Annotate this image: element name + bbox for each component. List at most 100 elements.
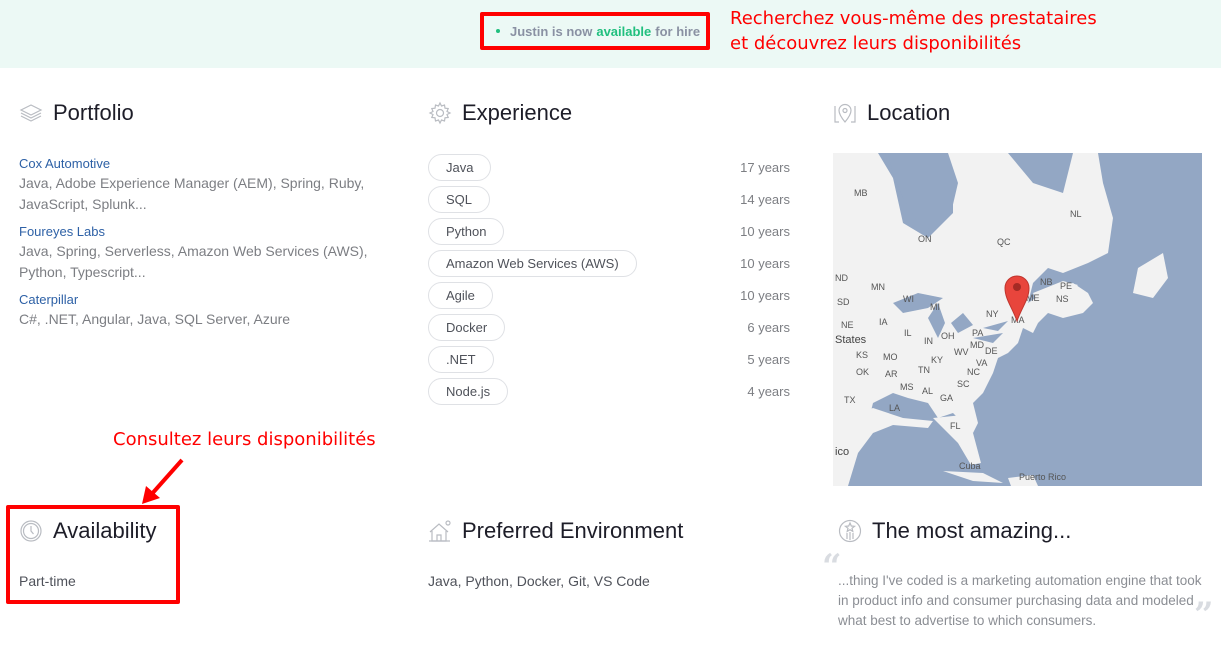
portfolio-item: Cox Automotive Java, Adobe Experience Ma… bbox=[19, 155, 399, 215]
location-section: Location bbox=[833, 98, 1203, 128]
skill-tag[interactable]: .NET bbox=[428, 345, 494, 373]
portfolio-item-link[interactable]: Caterpillar bbox=[19, 291, 399, 309]
map-label: MB bbox=[854, 188, 868, 198]
map-label: MS bbox=[900, 382, 914, 392]
gear-icon bbox=[428, 101, 452, 125]
status-suffix: for hire bbox=[655, 23, 701, 39]
map-label: Cuba bbox=[959, 461, 981, 471]
skill-years: 10 years bbox=[740, 255, 790, 271]
environment-section: Preferred Environment Java, Python, Dock… bbox=[428, 516, 683, 589]
amazing-heading: The most amazing... bbox=[838, 516, 1210, 546]
map-label: TN bbox=[918, 365, 930, 375]
portfolio-list: Cox Automotive Java, Adobe Experience Ma… bbox=[19, 155, 399, 330]
map-label: SD bbox=[837, 297, 850, 307]
map-label: LA bbox=[889, 403, 901, 413]
experience-row: Node.js 4 years bbox=[428, 375, 790, 407]
portfolio-title: Portfolio bbox=[53, 100, 134, 125]
environment-heading: Preferred Environment bbox=[428, 516, 683, 546]
environment-value: Java, Python, Docker, Git, VS Code bbox=[428, 573, 650, 589]
availability-heading: Availability bbox=[19, 516, 157, 546]
map-label: IN bbox=[924, 336, 933, 346]
skill-years: 6 years bbox=[747, 319, 790, 335]
map-marker-icon[interactable] bbox=[1003, 273, 1031, 323]
map-label: States bbox=[835, 334, 867, 346]
portfolio-section: Portfolio Cox Automotive Java, Adobe Exp… bbox=[19, 98, 399, 338]
skill-tag[interactable]: Java bbox=[428, 153, 492, 181]
experience-title: Experience bbox=[462, 100, 573, 125]
amazing-section: The most amazing... “ ...thing I've code… bbox=[822, 516, 1214, 632]
portfolio-item-link[interactable]: Cox Automotive bbox=[19, 155, 399, 173]
skill-tag[interactable]: SQL bbox=[428, 185, 491, 213]
map-label: WV bbox=[954, 347, 969, 357]
map-label: PE bbox=[1060, 281, 1073, 291]
skill-years: 5 years bbox=[747, 351, 790, 367]
map-label: OH bbox=[941, 331, 955, 341]
location-heading: Location bbox=[833, 98, 1203, 128]
map-label: MN bbox=[871, 282, 885, 292]
map-label: AR bbox=[885, 369, 898, 379]
location-map[interactable]: MB ON QC NL ND MN SD NE IA WI MI NY NB P… bbox=[833, 153, 1202, 486]
experience-row: Python 10 years bbox=[428, 215, 790, 247]
location-title: Location bbox=[867, 100, 951, 125]
availability-title: Availability bbox=[53, 518, 157, 543]
map-label: NL bbox=[1070, 209, 1082, 219]
map-label: MO bbox=[883, 352, 898, 362]
status-available: available bbox=[596, 23, 652, 39]
amazing-quote-text: ...thing I've coded is a marketing autom… bbox=[838, 573, 1202, 628]
annotation-top: Recherchez vous-même des prestataires et… bbox=[730, 6, 1097, 56]
map-label: SC bbox=[957, 379, 970, 389]
availability-section: Availability Part-time bbox=[19, 516, 157, 589]
map-label: NE bbox=[841, 320, 854, 330]
availability-value: Part-time bbox=[19, 573, 76, 589]
amazing-quote: “ ...thing I've coded is a marketing aut… bbox=[822, 550, 1214, 632]
open-quote-icon: “ bbox=[822, 547, 842, 587]
experience-heading: Experience bbox=[428, 98, 790, 128]
map-label: MI bbox=[930, 302, 940, 312]
portfolio-item-skills: Java, Adobe Experience Manager (AEM), Sp… bbox=[19, 175, 365, 212]
annotation-availability: Consultez leurs disponibilités bbox=[113, 429, 376, 450]
portfolio-item-link[interactable]: Foureyes Labs bbox=[19, 223, 399, 241]
experience-list: Java 17 years SQL 14 years Python 10 years … bbox=[428, 151, 790, 407]
map-label: KS bbox=[856, 350, 869, 360]
skill-years: 14 years bbox=[740, 191, 790, 207]
availability-status-highlight: Justin is now available for hire bbox=[480, 12, 710, 50]
map-label: ND bbox=[835, 273, 848, 283]
map-label: QC bbox=[997, 237, 1011, 247]
skill-tag[interactable]: Python bbox=[428, 217, 505, 245]
star-badge-icon bbox=[838, 519, 862, 543]
skill-years: 17 years bbox=[740, 159, 790, 175]
map-label: MD bbox=[970, 340, 984, 350]
map-label: TX bbox=[844, 395, 856, 405]
portfolio-item-skills: C#, .NET, Angular, Java, SQL Server, Azu… bbox=[19, 311, 291, 327]
map-label: Puerto Rico bbox=[1019, 472, 1067, 482]
skill-tag[interactable]: Amazon Web Services (AWS) bbox=[428, 249, 637, 277]
amazing-title: The most amazing... bbox=[872, 518, 1072, 543]
map-label: PA bbox=[972, 328, 984, 338]
experience-row: Java 17 years bbox=[428, 151, 790, 183]
map-pin-icon bbox=[833, 101, 857, 125]
map-label: NS bbox=[1056, 294, 1069, 304]
skill-tag[interactable]: Node.js bbox=[428, 377, 509, 405]
experience-row: Amazon Web Services (AWS) 10 years bbox=[428, 247, 790, 279]
annotation-top-line1: Recherchez vous-même des prestataires bbox=[730, 8, 1097, 29]
skill-years: 4 years bbox=[747, 383, 790, 399]
portfolio-item-skills: Java, Spring, Serverless, Amazon Web Ser… bbox=[19, 243, 368, 280]
skill-tag[interactable]: Agile bbox=[428, 281, 493, 309]
skill-years: 10 years bbox=[740, 287, 790, 303]
skill-years: 10 years bbox=[740, 223, 790, 239]
map-label: GA bbox=[940, 393, 954, 403]
map-label: IL bbox=[904, 328, 912, 338]
map-label: OK bbox=[856, 367, 870, 377]
map-label: IA bbox=[879, 317, 888, 327]
skill-tag[interactable]: Docker bbox=[428, 313, 506, 341]
house-icon bbox=[428, 519, 452, 543]
map-label: KY bbox=[931, 355, 944, 365]
map-label: NB bbox=[1040, 277, 1053, 287]
annotation-top-line2: et découvrez leurs disponibilités bbox=[730, 33, 1022, 54]
map-label: WI bbox=[903, 294, 914, 304]
map-label: NC bbox=[967, 367, 980, 377]
map-label: DE bbox=[985, 346, 998, 356]
portfolio-heading: Portfolio bbox=[19, 98, 399, 128]
status-dot-icon bbox=[496, 29, 500, 33]
map-label: ico bbox=[835, 446, 850, 458]
